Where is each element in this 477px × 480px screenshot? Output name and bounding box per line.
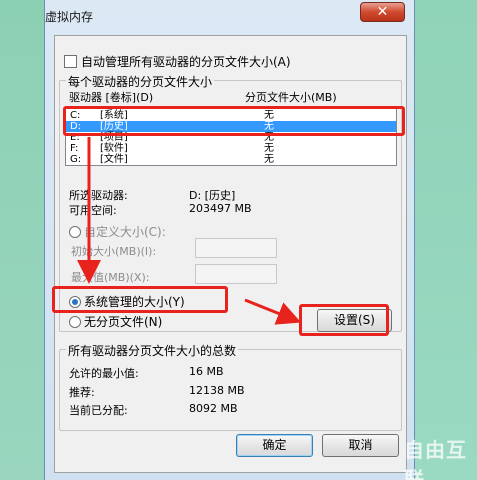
drive-letter: F: [70,143,79,154]
background-left [0,0,44,480]
column-drive-header: 驱动器 [卷标](D) [69,91,154,104]
drive-size: 无 [264,154,274,165]
cancel-button[interactable]: 取消 [322,434,399,457]
initial-size-label: 初始大小(MB)(I): [71,245,157,258]
drive-row[interactable]: F: [软件] 无 [66,143,396,154]
system-managed-highlight [52,286,228,313]
background-right [415,0,477,480]
column-size-header: 分页文件大小(MB) [245,91,337,104]
selected-drive-label: 所选驱动器: [69,189,128,202]
min-value: 16 MB [189,365,224,378]
drive-size: 无 [264,143,274,154]
ok-button[interactable]: 确定 [236,434,313,457]
drive-volume: [文件] [100,154,128,165]
drive-letter: G: [70,154,82,165]
drive-row-highlight [63,106,405,136]
auto-manage-label: 自动管理所有驱动器的分页文件大小(A) [81,55,291,69]
max-size-input[interactable] [195,264,277,284]
current-label: 当前已分配: [69,404,128,417]
totals-group-label: 所有驱动器分页文件大小的总数 [66,342,239,359]
window-title: 虚拟内存 [45,10,94,24]
custom-size-label: 自定义大小(C): [84,225,166,239]
initial-size-input[interactable] [195,238,277,258]
set-button-highlight [299,304,389,336]
no-paging-label: 无分页文件(N) [84,315,163,329]
auto-manage-row[interactable]: 自动管理所有驱动器的分页文件大小(A) [64,53,291,70]
virtual-memory-window: 虚拟内存 ✕ 自动管理所有驱动器的分页文件大小(A) 每个驱动器的分页文件大小 … [44,0,415,480]
per-drive-group-label: 每个驱动器的分页文件大小 [66,73,215,90]
no-paging-radio[interactable] [69,315,81,328]
current-value: 8092 MB [189,402,238,415]
close-button[interactable]: ✕ [360,2,405,22]
selected-drive-value: D: [历史] [189,189,236,202]
drive-row[interactable]: G: [文件] 无 [66,154,396,165]
recommended-value: 12138 MB [189,384,245,397]
min-label: 允许的最小值: [69,367,139,380]
dialog-client-area: 自动管理所有驱动器的分页文件大小(A) 每个驱动器的分页文件大小 驱动器 [卷标… [54,35,407,473]
drive-volume: [软件] [100,143,128,154]
watermark-logo: 自由互联 [404,438,467,480]
max-size-label: 最大值(MB)(X): [71,271,150,284]
free-space-value: 203497 MB [189,202,252,215]
no-paging-option[interactable]: 无分页文件(N) [69,313,162,330]
custom-size-radio[interactable] [69,225,81,238]
free-space-label: 可用空间: [69,204,117,217]
custom-size-option[interactable]: 自定义大小(C): [69,223,166,240]
recommended-label: 推荐: [69,386,95,399]
auto-manage-checkbox[interactable] [64,55,77,68]
